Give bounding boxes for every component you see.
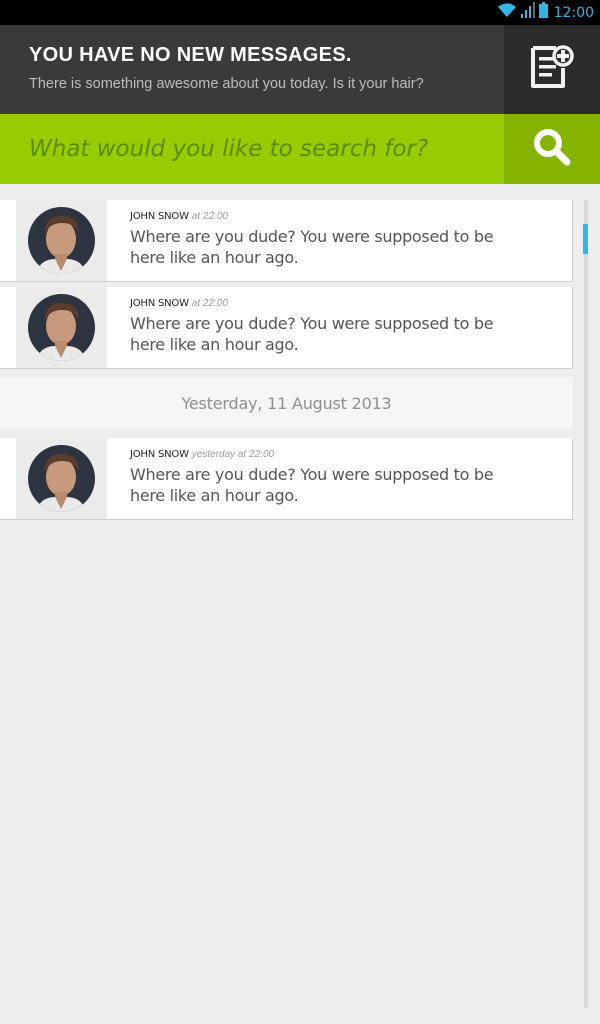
- message-meta: JOHN SNOW yesterday at 22:00: [130, 449, 274, 460]
- message-text: Where are you dude? You were supposed to…: [130, 314, 494, 354]
- message-sender: JOHN SNOW: [130, 298, 189, 309]
- scrollbar-track[interactable]: [584, 200, 588, 1008]
- status-icons: [497, 2, 548, 23]
- search-bar: [0, 114, 600, 184]
- date-separator: Yesterday, 11 August 2013: [0, 377, 573, 429]
- avatar-container: [16, 200, 107, 281]
- compose-button[interactable]: [504, 25, 600, 114]
- signal-icon: [520, 2, 535, 23]
- avatar: [28, 294, 95, 361]
- avatar: [28, 207, 95, 274]
- battery-icon: [538, 2, 548, 23]
- message-time: at 22:00: [191, 298, 228, 309]
- message-item[interactable]: JOHN SNOW at 22:00 Where are you dude? Yo…: [0, 287, 573, 369]
- wifi-icon: [497, 2, 517, 23]
- message-meta: JOHN SNOW at 22:00: [130, 298, 228, 309]
- message-item[interactable]: JOHN SNOW at 22:00 Where are you dude? Yo…: [0, 200, 573, 282]
- message-time: at 22:00: [191, 211, 228, 222]
- scrollbar-thumb[interactable]: [583, 224, 588, 254]
- search-input[interactable]: [0, 114, 504, 184]
- header: YOU HAVE NO NEW MESSAGES. There is somet…: [0, 25, 600, 114]
- header-subtitle: There is something awesome about you tod…: [29, 76, 424, 92]
- compose-note-icon: [530, 44, 574, 95]
- status-clock: 12:00: [553, 4, 594, 21]
- message-sender: JOHN SNOW: [130, 449, 189, 460]
- message-time: yesterday at 22:00: [191, 449, 275, 460]
- avatar-container: [16, 287, 107, 368]
- header-title: YOU HAVE NO NEW MESSAGES.: [29, 44, 352, 66]
- message-item[interactable]: JOHN SNOW yesterday at 22:00 Where are yo…: [0, 438, 573, 520]
- message-meta: JOHN SNOW at 22:00: [130, 211, 228, 222]
- search-icon: [533, 128, 571, 171]
- avatar: [28, 445, 95, 512]
- avatar-container: [16, 438, 107, 519]
- message-text: Where are you dude? You were supposed to…: [130, 227, 494, 267]
- message-sender: JOHN SNOW: [130, 211, 189, 222]
- message-text: Where are you dude? You were supposed to…: [130, 465, 494, 505]
- status-bar: 12:00: [0, 0, 600, 25]
- search-button[interactable]: [504, 114, 600, 184]
